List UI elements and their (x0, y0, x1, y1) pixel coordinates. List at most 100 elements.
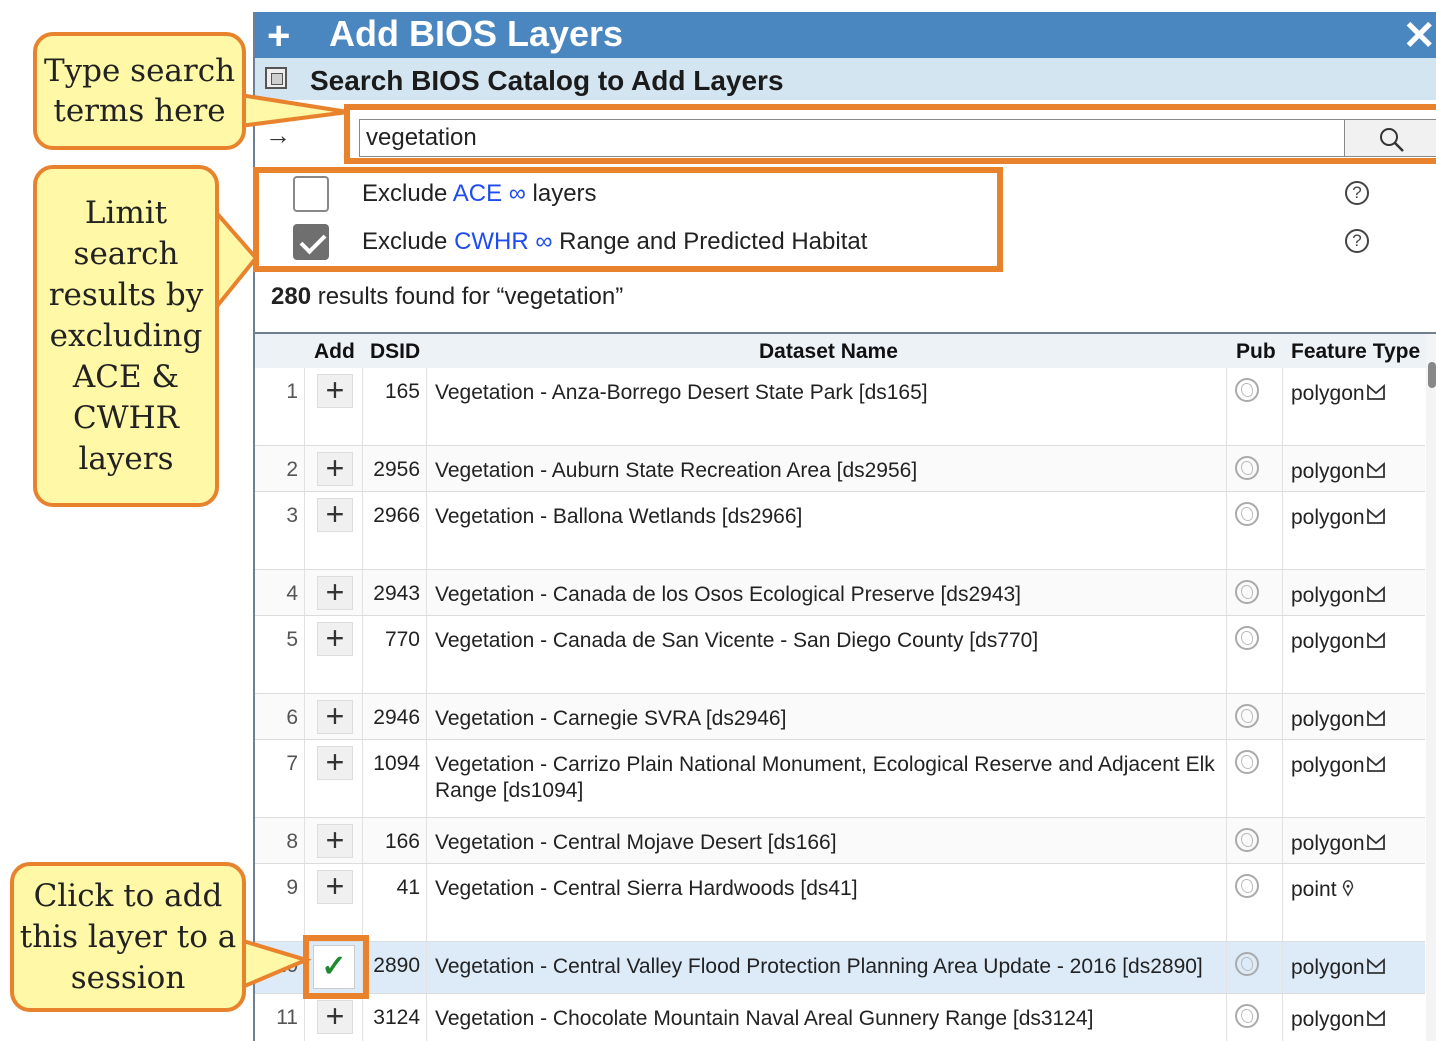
point-feature-icon (1342, 880, 1353, 897)
row-number: 1 (255, 368, 305, 445)
callout-filters: Limit search results by excluding ACE & … (33, 165, 219, 507)
panel-title: Add BIOS Layers (329, 13, 624, 54)
feature-type-cell: polygon (1283, 694, 1425, 739)
dataset-name-cell: Vegetation - Carrizo Plain National Monu… (427, 740, 1227, 817)
dsid-cell: 3124 (363, 994, 427, 1041)
row-number: 5 (255, 616, 305, 693)
table-row[interactable]: 11 +3124 Vegetation - Chocolate Mountain N… (255, 994, 1425, 1041)
globe-icon (1235, 704, 1259, 728)
dataset-name-cell: Vegetation - Chocolate Mountain Naval Ar… (427, 994, 1227, 1041)
polygon-feature-icon (1366, 508, 1385, 524)
add-cell: + (305, 446, 363, 491)
callout-add-layer: Click to add this layer to a session (10, 862, 246, 1012)
table-row[interactable]: 3 +2966 Vegetation - Ballona Wetlands [ds2… (255, 492, 1425, 570)
feature-type-cell: polygon (1283, 994, 1425, 1041)
help-icon[interactable]: ? (1345, 229, 1369, 253)
feature-type-cell: polygon (1283, 368, 1425, 445)
globe-icon (1235, 626, 1259, 650)
dataset-name-cell: Vegetation - Canada de los Osos Ecologic… (427, 570, 1227, 615)
add-cell: + (305, 616, 363, 693)
header-pub[interactable]: Pub (1236, 340, 1276, 364)
header-dsid[interactable]: DSID (370, 340, 420, 364)
row-number: 8 (255, 818, 305, 863)
feature-type-cell: polygon (1283, 616, 1425, 693)
table-row[interactable]: 5 +770 Vegetation - Canada de San Vicente … (255, 616, 1425, 694)
globe-icon (1235, 580, 1259, 604)
globe-icon (1235, 456, 1259, 480)
panel-subtitle: Search BIOS Catalog to Add Layers (310, 65, 784, 96)
globe-icon (1235, 502, 1259, 526)
add-layer-button[interactable]: + (317, 700, 353, 734)
panel-title-bar: + Add BIOS Layers ✕ (255, 12, 1436, 58)
dataset-name-cell: Vegetation - Carnegie SVRA [ds2946] (427, 694, 1227, 739)
panel-subtitle-bar: Search BIOS Catalog to Add Layers (255, 58, 1436, 100)
add-cell: + (305, 694, 363, 739)
dsid-cell: 166 (363, 818, 427, 863)
dsid-cell: 165 (363, 368, 427, 445)
feature-type-cell: polygon (1283, 570, 1425, 615)
close-icon[interactable]: ✕ (1402, 16, 1436, 56)
add-layer-button[interactable]: + (317, 746, 353, 780)
row-number: 2 (255, 446, 305, 491)
add-layer-button[interactable]: + (317, 1000, 353, 1034)
dataset-name-cell: Vegetation - Auburn State Recreation Are… (427, 446, 1227, 491)
header-add: Add (314, 340, 355, 363)
row-number: 7 (255, 740, 305, 817)
polygon-feature-icon (1366, 462, 1385, 478)
pub-cell (1227, 492, 1283, 569)
filters-highlight-box (253, 167, 1003, 272)
dsid-cell: 1094 (363, 740, 427, 817)
add-cell: + (305, 570, 363, 615)
polygon-feature-icon (1366, 834, 1385, 850)
header-feature-type[interactable]: Feature Type (1291, 340, 1420, 364)
pub-cell (1227, 368, 1283, 445)
callout-search: Type search terms here (33, 32, 246, 150)
pub-cell (1227, 864, 1283, 941)
pub-cell (1227, 616, 1283, 693)
dsid-cell: 2966 (363, 492, 427, 569)
add-layer-button[interactable]: + (317, 824, 353, 858)
add-layer-button[interactable]: + (317, 870, 353, 904)
feature-type-cell: point (1283, 864, 1425, 941)
polygon-feature-icon (1366, 1010, 1385, 1026)
scrollbar-thumb[interactable] (1428, 362, 1436, 388)
globe-icon (1235, 1004, 1259, 1028)
help-icon[interactable]: ? (1345, 181, 1369, 205)
feature-type-cell: polygon (1283, 818, 1425, 863)
add-layer-button[interactable]: + (317, 452, 353, 486)
dataset-name-cell: Vegetation - Central Sierra Hardwoods [d… (427, 864, 1227, 941)
pub-cell (1227, 694, 1283, 739)
add-layer-button[interactable]: + (317, 498, 353, 532)
table-row[interactable]: 6 +2946 Vegetation - Carnegie SVRA [ds2946… (255, 694, 1425, 740)
polygon-feature-icon (1366, 756, 1385, 772)
table-row[interactable]: 1 +165 Vegetation - Anza-Borrego Desert St… (255, 368, 1425, 446)
row-number: 4 (255, 570, 305, 615)
dataset-name-cell: Vegetation - Canada de San Vicente - San… (427, 616, 1227, 693)
callout-pointer (240, 92, 349, 129)
add-cell: + (305, 740, 363, 817)
table-row[interactable]: 4 +2943 Vegetation - Canada de los Osos Ec… (255, 570, 1425, 616)
row-number: 6 (255, 694, 305, 739)
table-scrollbar[interactable] (1426, 334, 1436, 1041)
pub-cell (1227, 570, 1283, 615)
globe-icon (1235, 874, 1259, 898)
table-row[interactable]: 9 +41 Vegetation - Central Sierra Hardwood… (255, 864, 1425, 942)
pub-cell (1227, 994, 1283, 1041)
catalog-icon (265, 67, 287, 89)
add-layer-button[interactable]: + (317, 374, 353, 408)
feature-type-cell: polygon (1283, 740, 1425, 817)
pub-cell (1227, 942, 1283, 993)
add-layer-button[interactable]: + (317, 576, 353, 610)
table-row[interactable]: 8 +166 Vegetation - Central Mojave Desert … (255, 818, 1425, 864)
table-row[interactable]: 7 +1094 Vegetation - Carrizo Plain Nationa… (255, 740, 1425, 818)
dataset-name-cell: Vegetation - Ballona Wetlands [ds2966] (427, 492, 1227, 569)
add-layer-button[interactable]: + (317, 622, 353, 656)
table-row[interactable]: 10✓2890Vegetation - Central Valley Flood… (255, 942, 1425, 994)
plus-icon: + (267, 14, 291, 58)
polygon-feature-icon (1366, 586, 1385, 602)
header-dataset-name[interactable]: Dataset Name (759, 340, 898, 364)
dataset-name-cell: Vegetation - Central Mojave Desert [ds16… (427, 818, 1227, 863)
search-highlight-box (344, 104, 1436, 164)
table-row[interactable]: 2 +2956 Vegetation - Auburn State Recreati… (255, 446, 1425, 492)
globe-icon (1235, 378, 1259, 402)
